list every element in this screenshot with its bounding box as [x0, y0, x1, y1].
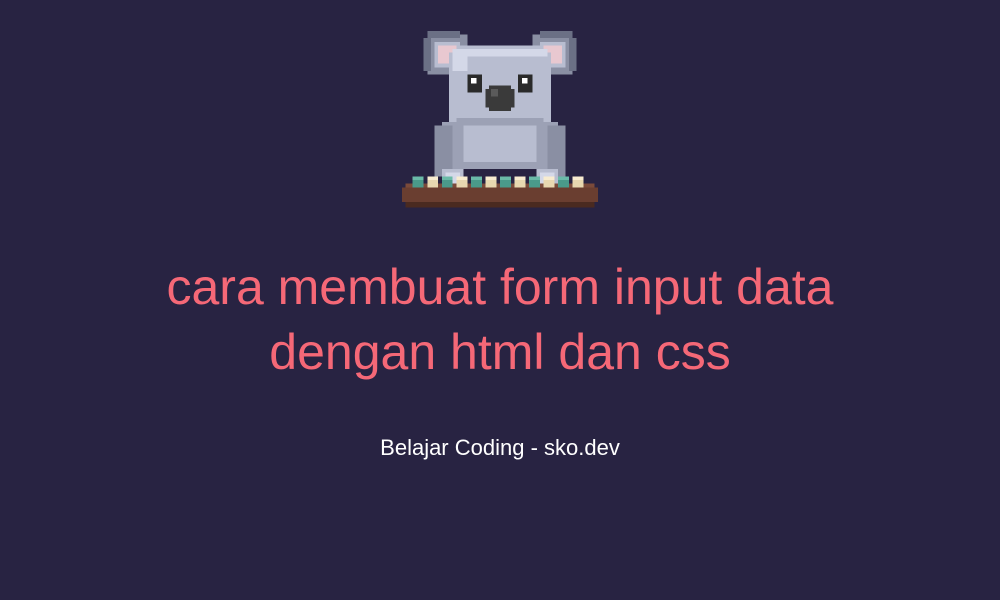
page-subtitle: Belajar Coding - sko.dev: [380, 435, 620, 461]
koala-mascot-icon: [390, 20, 610, 220]
page-title: cara membuat form input data dengan html…: [150, 255, 850, 385]
